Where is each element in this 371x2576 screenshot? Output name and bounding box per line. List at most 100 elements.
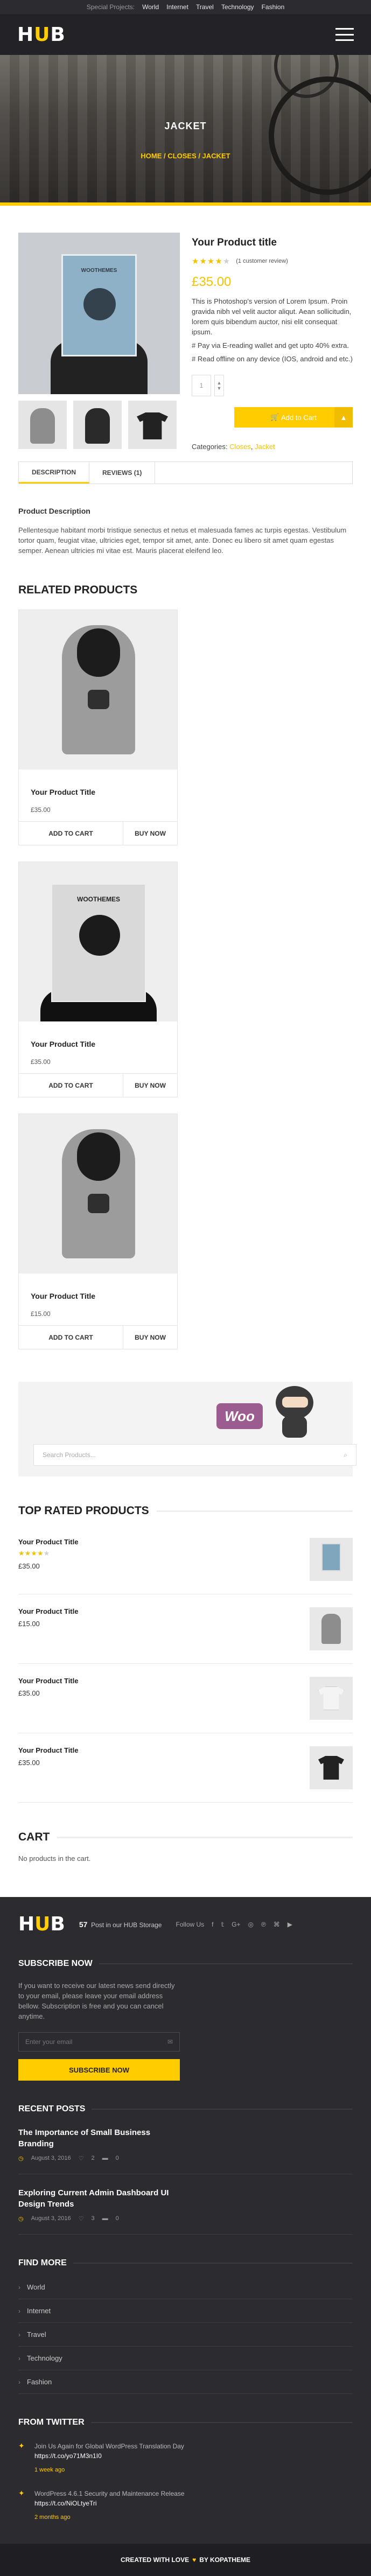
tweet-time[interactable]: 1 week ago <box>34 2465 196 2475</box>
search-input[interactable]: Search Products... ⌕ <box>33 1444 356 1466</box>
find-more-item[interactable]: › Internet <box>18 2299 353 2323</box>
topbar-link-world[interactable]: World <box>142 3 159 11</box>
top-rated-thumb[interactable] <box>310 1607 353 1650</box>
find-more-item[interactable]: › World <box>18 2276 353 2299</box>
product-card[interactable]: WOOTHEMES Your Product Title £35.00 ADD … <box>18 862 178 1097</box>
mail-icon: ✉ <box>167 2038 173 2046</box>
google-plus-icon[interactable]: G+ <box>232 1921 240 1928</box>
author-link[interactable]: BY KOPATHEME <box>199 2556 250 2564</box>
tab-description[interactable]: DESCRIPTION <box>19 462 90 484</box>
rating-stars: ★★★★★ <box>192 257 231 266</box>
dribbble-icon[interactable]: ◎ <box>248 1921 253 1928</box>
heart-icon: ♥ <box>192 2556 197 2564</box>
quantity-input[interactable]: 1 <box>192 375 211 396</box>
product-card-price: £35.00 <box>31 1058 51 1066</box>
clock-icon: ◷ <box>18 2155 24 2162</box>
product-image[interactable] <box>19 1114 177 1273</box>
add-to-cart-button[interactable]: ADD TO CART <box>19 1326 123 1349</box>
top-rated-price: £35.00 <box>18 1562 40 1570</box>
menu-icon[interactable] <box>335 28 354 41</box>
top-rated-title[interactable]: Your Product Title <box>18 1538 78 1546</box>
product-rating: ★★★★★ (1 customer review) <box>192 256 353 266</box>
email-field[interactable]: Enter your email ✉ <box>18 2032 180 2052</box>
find-more-item[interactable]: › Travel <box>18 2323 353 2347</box>
product-card-title[interactable]: Your Product Title <box>31 788 165 796</box>
top-rated-thumb[interactable] <box>310 1538 353 1581</box>
youtube-icon[interactable]: ▶ <box>288 1921 292 1928</box>
tweet-link[interactable]: https://t.co/yo71M3n1I0 <box>34 2452 102 2460</box>
product-card[interactable]: Your Product Title £15.00 ADD TO CART BU… <box>18 1114 178 1349</box>
product-price: £35.00 <box>192 275 232 289</box>
tab-reviews[interactable]: REVIEWS (1) <box>89 462 156 484</box>
chevron-right-icon: › <box>18 2283 20 2291</box>
find-more-item[interactable]: › Technology <box>18 2347 353 2370</box>
product-image[interactable]: WOOTHEMES <box>19 862 177 1021</box>
product-search-widget: Woo Search Products... ⌕ <box>18 1382 356 1476</box>
product-tabs: DESCRIPTION REVIEWS (1) <box>18 461 353 484</box>
topbar-link-internet[interactable]: Internet <box>166 3 188 11</box>
product-image[interactable] <box>19 610 177 769</box>
site-logo[interactable]: HUB <box>17 24 66 46</box>
facebook-icon[interactable]: f <box>212 1921 213 1928</box>
product-card-title[interactable]: Your Product Title <box>31 1292 165 1300</box>
subscribe-text: If you want to receive our latest news s… <box>18 1982 175 2020</box>
clock-icon: ◷ <box>18 2216 24 2222</box>
add-to-cart-button[interactable]: ADD TO CART <box>19 1074 123 1097</box>
search-icon[interactable]: ⌕ <box>344 1451 347 1459</box>
top-rated-heading: TOP RATED PRODUCTS <box>18 1504 353 1517</box>
buy-now-button[interactable]: BUY NOW <box>123 1326 177 1349</box>
footer-logo[interactable]: HUB <box>18 1913 65 1935</box>
top-rated-title[interactable]: Your Product Title <box>18 1746 78 1754</box>
thumbnail-grey-hoodie[interactable] <box>18 401 67 449</box>
list-item[interactable]: Your Product Title £15.00 <box>18 1594 353 1664</box>
category-link-closes[interactable]: Closes <box>229 443 251 451</box>
tweet-link[interactable]: https://t.co/NiOLtyeTri <box>34 2500 97 2507</box>
woocommerce-logo: Woo <box>216 1403 263 1429</box>
twitter-bird-icon: ✦ <box>18 2489 25 2497</box>
product-card-title[interactable]: Your Product Title <box>31 1040 165 1048</box>
related-products-grid: Your Product Title £35.00 ADD TO CART BU… <box>18 610 353 1349</box>
top-rated-list: Your Product Title ★★★★★ £35.00 Your Pro… <box>18 1525 353 1803</box>
topbar-link-technology[interactable]: Technology <box>221 3 254 11</box>
topbar-link-fashion[interactable]: Fashion <box>262 3 285 11</box>
list-item[interactable]: The Importance of Small Business Brandin… <box>18 2127 353 2174</box>
product-card[interactable]: Your Product Title £35.00 ADD TO CART BU… <box>18 610 178 845</box>
top-rated-thumb[interactable] <box>310 1746 353 1789</box>
twitter-icon[interactable]: 𝕥 <box>221 1921 225 1928</box>
review-count-link[interactable]: (1 customer review) <box>236 258 288 264</box>
product-main-image[interactable]: WOOTHEMES <box>18 233 180 394</box>
find-more-list: › World › Internet › Travel › Technology › Fa… <box>18 2276 353 2394</box>
list-item[interactable]: Your Product Title ★★★★★ £35.00 <box>18 1525 353 1594</box>
add-to-cart-button[interactable]: 🛒 Add to Cart ▲ <box>234 407 353 428</box>
link-icon[interactable]: ⌘ <box>274 1921 280 1928</box>
top-rated-title[interactable]: Your Product Title <box>18 1607 78 1615</box>
product-card-price: £35.00 <box>31 806 51 814</box>
cart-icon: 🛒 <box>270 413 282 421</box>
find-more-item[interactable]: › Fashion <box>18 2370 353 2394</box>
list-item[interactable]: Your Product Title £35.00 <box>18 1664 353 1733</box>
chevron-right-icon: › <box>18 2307 20 2315</box>
social-links: Follow Us f 𝕥 G+ ◎ ℗ ⌘ ▶ <box>176 1920 293 1928</box>
breadcrumb[interactable]: HOME / CLOSES / JACKET <box>0 152 371 160</box>
buy-now-button[interactable]: BUY NOW <box>123 822 177 845</box>
product-categories: Categories: Closes, Jacket <box>192 443 275 451</box>
topbar-link-travel[interactable]: Travel <box>196 3 214 11</box>
cart-empty-text: No products in the cart. <box>18 1854 91 1863</box>
top-rated-thumb[interactable] <box>310 1677 353 1720</box>
quantity-stepper[interactable]: ▲ ▼ <box>214 375 224 396</box>
add-to-cart-button[interactable]: ADD TO CART <box>19 822 123 845</box>
chevron-right-icon: › <box>18 2354 20 2362</box>
tweet-time[interactable]: 2 months ago <box>34 2512 196 2522</box>
list-item[interactable]: Your Product Title £35.00 <box>18 1733 353 1803</box>
post-title[interactable]: The Importance of Small Business Brandin… <box>18 2127 180 2150</box>
list-item[interactable]: Exploring Current Admin Dashboard UI Des… <box>18 2187 353 2235</box>
buy-now-button[interactable]: BUY NOW <box>123 1074 177 1097</box>
category-link-jacket[interactable]: Jacket <box>255 443 275 451</box>
pinterest-icon[interactable]: ℗ <box>261 1921 266 1928</box>
thumbnail-black-tee[interactable] <box>128 401 177 449</box>
comment-icon: ▬ <box>102 2155 108 2161</box>
thumbnail-black-hoodie[interactable] <box>73 401 122 449</box>
subscribe-button[interactable]: SUBSCRIBE NOW <box>18 2059 180 2081</box>
top-rated-title[interactable]: Your Product Title <box>18 1677 78 1685</box>
post-title[interactable]: Exploring Current Admin Dashboard UI Des… <box>18 2187 180 2210</box>
